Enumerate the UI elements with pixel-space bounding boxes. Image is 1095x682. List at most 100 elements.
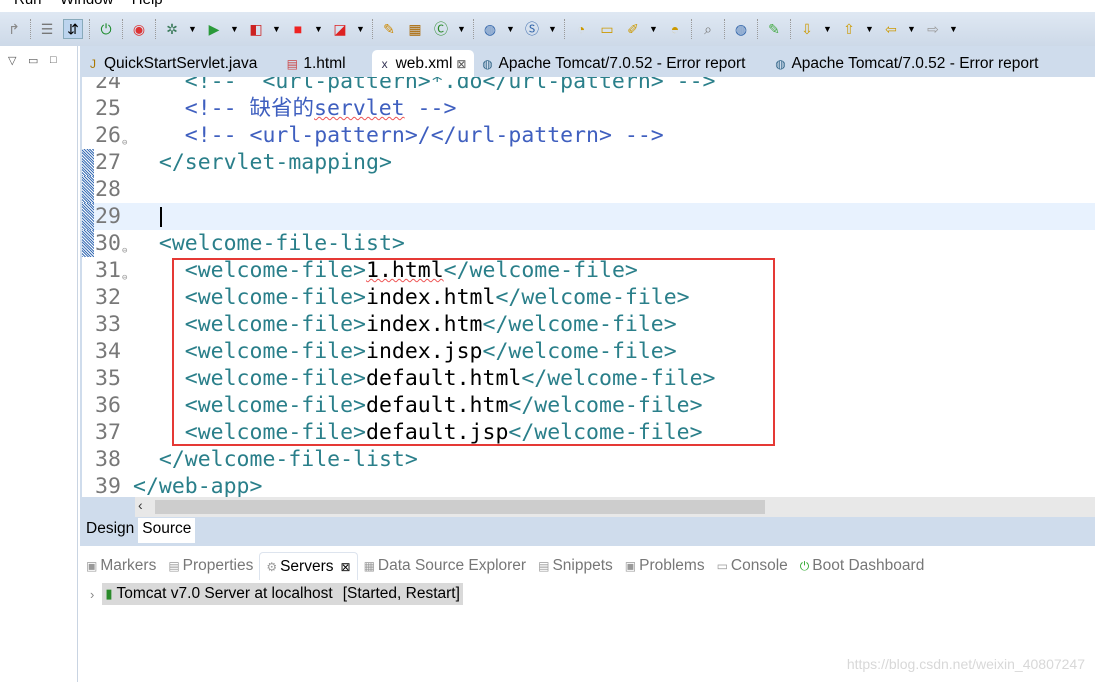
new-class-dropdown-icon[interactable]: ▼ (457, 24, 467, 34)
minimize-icon[interactable]: ▭ (28, 54, 38, 67)
close-icon[interactable]: ⊠ (341, 560, 351, 574)
properties-icon: ▤ (168, 559, 180, 573)
horizontal-scrollbar[interactable]: ‹ (135, 497, 1095, 517)
code-line[interactable]: 31 ⊖ <welcome-file>1.html</welcome-file> (82, 257, 1095, 284)
snippets-icon: ▤ (538, 559, 550, 573)
back-dropdown-icon[interactable]: ▼ (907, 24, 917, 34)
tab-1-html[interactable]: ▤ 1.html (279, 50, 353, 77)
menu-help[interactable]: Help (132, 0, 163, 8)
code-line[interactable]: 39 </web-app> (82, 473, 1095, 497)
last-edit-icon[interactable]: ✎ (764, 19, 784, 39)
close-icon[interactable]: ⊠ (456, 57, 466, 71)
step-return-icon[interactable]: ↱ (4, 19, 24, 39)
maximize-icon[interactable]: □ (50, 54, 57, 66)
pen-dropdown-icon[interactable]: ▼ (649, 24, 659, 34)
new-spring-dropdown-icon[interactable]: ▼ (548, 24, 558, 34)
code-text: <welcome-file>1.html</welcome-file> (133, 257, 638, 284)
tab-quickstartservlet[interactable]: J QuickStartServlet.java (80, 50, 265, 77)
external-tools-icon[interactable]: ◪ (330, 19, 350, 39)
new-spring-icon[interactable]: Ⓢ (522, 19, 542, 39)
code-line[interactable]: 34 <welcome-file>index.jsp</welcome-file… (82, 338, 1095, 365)
code-line[interactable]: 35 <welcome-file>default.html</welcome-f… (82, 365, 1095, 392)
forward-icon[interactable]: ⇨ (923, 19, 943, 39)
code-text: <!-- 缺省的servlet --> (133, 95, 457, 122)
tab-servers[interactable]: ⚙ Servers ⊠ (259, 552, 358, 580)
back-icon[interactable]: ⇦ (881, 19, 901, 39)
prev-annotation-dropdown-icon[interactable]: ▼ (865, 24, 875, 34)
view-menu-icon[interactable]: ▽ (8, 54, 16, 67)
code-editor[interactable]: 24 <!-- <url-pattern>*.do</url-pattern> … (82, 77, 1095, 497)
open-folder-icon[interactable]: ▭ (597, 19, 617, 39)
menu-window[interactable]: Window (60, 0, 113, 8)
browser-icon[interactable]: ◉ (129, 19, 149, 39)
scrollbar-thumb[interactable] (155, 500, 765, 514)
scroll-left-icon[interactable]: ‹ (138, 497, 143, 513)
code-token: <!-- <url-pattern>/</url-pattern> --> (133, 123, 664, 148)
tab-console[interactable]: ▭ Console (711, 552, 794, 580)
forward-dropdown-icon[interactable]: ▼ (949, 24, 959, 34)
next-annotation-dropdown-icon[interactable]: ▼ (823, 24, 833, 34)
code-line[interactable]: 37 <welcome-file>default.jsp</welcome-fi… (82, 419, 1095, 446)
code-line[interactable]: 38 </welcome-file-list> (82, 446, 1095, 473)
server-item[interactable]: ▮ Tomcat v7.0 Server at localhost [Start… (102, 583, 463, 605)
tab-web-xml[interactable]: x web.xml ⊠ (371, 50, 475, 77)
spring-boot-icon[interactable]: ⏻ (96, 19, 116, 39)
code-line[interactable]: 24 <!-- <url-pattern>*.do</url-pattern> … (82, 77, 1095, 95)
line-number: 37 (95, 420, 121, 445)
globe-icon: ◍ (482, 56, 493, 71)
tab-problems[interactable]: ▣ Problems (619, 552, 711, 580)
stop-icon[interactable]: ■ (288, 19, 308, 39)
debug-icon[interactable]: ✲ (162, 19, 182, 39)
code-line[interactable]: 32 <welcome-file>index.html</welcome-fil… (82, 284, 1095, 311)
tab-data-source-explorer[interactable]: ▦ Data Source Explorer (358, 552, 533, 580)
prev-annotation-icon[interactable]: ⇧ (839, 19, 859, 39)
expand-icon[interactable]: › (90, 587, 94, 602)
code-token: 1.html (366, 258, 444, 283)
tab-design[interactable]: Design (82, 518, 138, 543)
open-task-icon[interactable]: ◓ (665, 19, 685, 39)
code-line[interactable]: 30 ⊖ <welcome-file-list> (82, 230, 1095, 257)
new-class-icon[interactable]: Ⓒ (431, 19, 451, 39)
tab-boot-dashboard[interactable]: ⏻ Boot Dashboard (794, 552, 931, 580)
bottom-tabs: ▣ Markers ▤ Properties ⚙ Servers ⊠ ▦ Data Source… (80, 552, 930, 580)
line-number: 29 (95, 204, 121, 229)
tab-tomcat-error-1[interactable]: ◍ Apache Tomcat/7.0.52 - Error report (474, 50, 753, 77)
stop-dropdown-icon[interactable]: ▼ (314, 24, 324, 34)
tab-properties[interactable]: ▤ Properties (162, 552, 259, 580)
menu-run[interactable]: Run (14, 0, 42, 8)
code-text: </web-app> (133, 473, 262, 497)
run-icon[interactable]: ▶ (204, 19, 224, 39)
external-tools-dropdown-icon[interactable]: ▼ (356, 24, 366, 34)
tab-tomcat-error-2[interactable]: ◍ Apache Tomcat/7.0.52 - Error report (767, 50, 1046, 77)
run-dropdown-icon[interactable]: ▼ (230, 24, 240, 34)
server-row[interactable]: › ▮ Tomcat v7.0 Server at localhost [Sta… (90, 583, 463, 605)
new-web-icon[interactable]: ◍ (480, 19, 500, 39)
code-line[interactable]: 33 <welcome-file>index.htm</welcome-file… (82, 311, 1095, 338)
globe-icon[interactable]: ◍ (731, 19, 751, 39)
new-package-icon[interactable]: ▦ (405, 19, 425, 39)
next-annotation-icon[interactable]: ⇩ (797, 19, 817, 39)
open-type-icon[interactable]: ◔ (571, 19, 591, 39)
code-token: <welcome-file> (133, 366, 366, 391)
server-name: Tomcat v7.0 Server at localhost (116, 585, 333, 602)
tab-markers[interactable]: ▣ Markers (80, 552, 162, 580)
use-step-filters-icon[interactable]: ☰ (37, 19, 57, 39)
tab-source[interactable]: Source (138, 518, 196, 543)
new-web-dropdown-icon[interactable]: ▼ (506, 24, 516, 34)
run-server-icon[interactable]: ◧ (246, 19, 266, 39)
code-line[interactable]: 36 <welcome-file>default.htm</welcome-fi… (82, 392, 1095, 419)
toggle-step-icon[interactable]: ⇵ (63, 19, 83, 39)
code-token: </welcome-file> (508, 420, 703, 445)
code-line[interactable]: 27 </servlet-mapping> (82, 149, 1095, 176)
code-line[interactable]: 25 <!-- 缺省的servlet --> (82, 95, 1095, 122)
code-line[interactable]: 28 (82, 176, 1095, 203)
code-line[interactable]: 26 ⊖ <!-- <url-pattern>/</url-pattern> --… (82, 122, 1095, 149)
search-icon[interactable]: ⌕ (698, 19, 718, 39)
tab-snippets[interactable]: ▤ Snippets (532, 552, 619, 580)
pen-icon[interactable]: ✐ (623, 19, 643, 39)
code-line[interactable]: 29 (82, 203, 1095, 230)
run-server-dropdown-icon[interactable]: ▼ (272, 24, 282, 34)
debug-dropdown-icon[interactable]: ▼ (188, 24, 198, 34)
code-text: <!-- <url-pattern>/</url-pattern> --> (133, 122, 664, 149)
new-project-icon[interactable]: ✎ (379, 19, 399, 39)
